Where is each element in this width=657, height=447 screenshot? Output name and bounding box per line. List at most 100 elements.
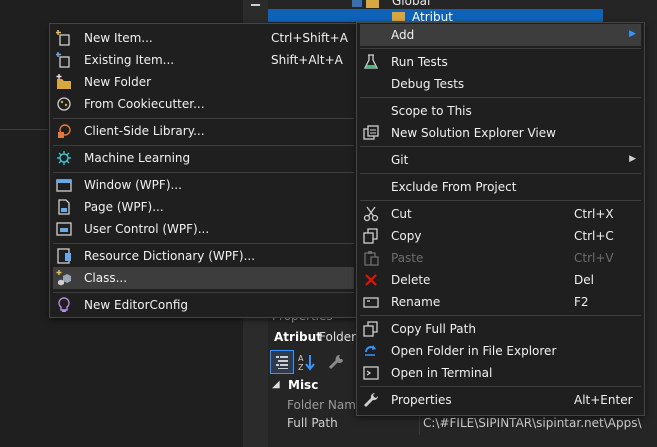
menu-item-label: Existing Item... <box>84 53 175 67</box>
menu-item-open-in-terminal[interactable]: Open in Terminal <box>360 362 641 384</box>
menu-item-label: New Solution Explorer View <box>391 126 556 140</box>
menu-item-new-solution-explorer-view[interactable]: New Solution Explorer View <box>360 122 641 144</box>
menu-separator <box>360 48 641 49</box>
machine-learning-icon <box>57 151 71 165</box>
menu-item-label: Properties <box>391 393 452 407</box>
menu-item-window-wpf[interactable]: Window (WPF)... <box>53 174 354 196</box>
menu-item-label: Delete <box>391 273 431 287</box>
menu-separator <box>53 172 354 173</box>
menu-item-client-side-library[interactable]: Client-Side Library... <box>53 120 354 142</box>
menu-item-shortcut: Ctrl+C <box>574 229 614 243</box>
wrench-icon <box>364 392 379 407</box>
rename-icon <box>363 297 379 308</box>
menu-item-label: Debug Tests <box>391 77 465 91</box>
menu-item-label: Page (WPF)... <box>84 200 164 214</box>
properties-category: Misc <box>288 378 319 392</box>
property-pages-button[interactable] <box>324 350 348 374</box>
menu-item-copy-full-path[interactable]: Copy Full Path <box>360 318 641 340</box>
menu-separator <box>360 173 641 174</box>
tree-node-global[interactable] <box>268 0 603 9</box>
user-control-icon <box>56 222 72 236</box>
menu-item-shortcut: Ctrl+V <box>574 251 614 265</box>
properties-toolbar: A Z <box>270 350 356 374</box>
menu-item-label: Copy <box>391 229 422 243</box>
menu-item-machine-learning[interactable]: Machine Learning <box>53 147 354 169</box>
property-name: Folder Name <box>287 398 364 412</box>
menu-item-scope-to-this[interactable]: Scope to This <box>360 100 641 122</box>
existing-item-icon <box>56 52 70 68</box>
menu-item-label: Scope to This <box>391 104 472 118</box>
menu-item-shortcut: Ctrl+Shift+A <box>271 31 348 45</box>
property-name: Full Path <box>287 416 338 430</box>
menu-item-new-folder[interactable]: New Folder <box>53 71 354 93</box>
copy-icon <box>363 228 378 244</box>
menu-separator <box>360 146 641 147</box>
menu-item-from-cookiecutter[interactable]: From Cookiecutter... <box>53 93 354 115</box>
menu-item-class[interactable]: Class... <box>53 267 354 289</box>
properties-target-kind: Folder <box>319 330 357 344</box>
folder-icon <box>392 12 405 21</box>
menu-item-label: User Control (WPF)... <box>84 222 210 236</box>
add-submenu: New Item... Ctrl+Shift+A Existing Item..… <box>49 23 358 318</box>
menu-item-new-editorconfig[interactable]: New EditorConfig <box>53 294 354 316</box>
menu-item-label: New Folder <box>84 75 152 89</box>
menu-separator <box>53 145 354 146</box>
menu-item-resource-dictionary[interactable]: Resource Dictionary (WPF)... <box>53 245 354 267</box>
paste-icon <box>364 251 379 266</box>
menu-separator <box>360 200 641 201</box>
menu-item-git[interactable]: Git ▶ <box>360 149 641 171</box>
menu-item-open-folder-in-file-explorer[interactable]: Open Folder in File Explorer <box>360 340 641 362</box>
menu-item-copy[interactable]: Copy Ctrl+C <box>360 225 641 247</box>
menu-item-rename[interactable]: Rename F2 <box>360 291 641 313</box>
run-tests-icon <box>363 54 379 69</box>
new-folder-icon <box>56 74 71 89</box>
menu-item-label: Copy Full Path <box>391 322 476 336</box>
scrollbar-thumb[interactable] <box>251 4 260 6</box>
svg-text:Z: Z <box>298 363 304 372</box>
menu-item-add[interactable]: Add ▶ <box>360 24 641 46</box>
menu-item-label: Cut <box>391 207 412 221</box>
sort-alpha-icon: A Z <box>298 354 315 372</box>
menu-item-new-item[interactable]: New Item... Ctrl+Shift+A <box>53 27 354 49</box>
menu-item-shortcut: Alt+Enter <box>574 393 633 407</box>
menu-item-debug-tests[interactable]: Debug Tests <box>360 73 641 95</box>
menu-item-properties[interactable]: Properties Alt+Enter <box>360 389 641 411</box>
menu-item-paste[interactable]: Paste Ctrl+V <box>360 247 641 269</box>
menu-item-existing-item[interactable]: Existing Item... Shift+Alt+A <box>53 49 354 71</box>
menu-item-label: New EditorConfig <box>84 298 189 312</box>
properties-target-name: Atribut <box>274 330 322 344</box>
submenu-arrow-icon: ▶ <box>629 154 636 164</box>
alphabetical-view-button[interactable]: A Z <box>294 350 318 374</box>
categorized-view-button[interactable] <box>270 350 294 374</box>
property-value[interactable]: C:\#FILE\SIPINTAR\sipintar.net\Apps\ <box>423 416 642 430</box>
terminal-icon <box>363 366 379 380</box>
menu-item-label: Run Tests <box>391 55 448 69</box>
editor-divider <box>0 129 48 130</box>
editorconfig-icon <box>58 297 70 312</box>
collapse-icon[interactable]: ◢ <box>272 379 280 390</box>
client-library-icon <box>58 124 71 138</box>
menu-item-cut[interactable]: Cut Ctrl+X <box>360 203 641 225</box>
menu-item-page-wpf[interactable]: Page (WPF)... <box>53 196 354 218</box>
menu-item-shortcut: Shift+Alt+A <box>271 53 343 67</box>
open-folder-icon <box>365 345 376 356</box>
menu-item-label: Paste <box>391 251 424 265</box>
menu-separator <box>360 386 641 387</box>
menu-item-run-tests[interactable]: Run Tests <box>360 51 641 73</box>
copy-path-icon <box>363 321 378 337</box>
menu-separator <box>360 97 641 98</box>
menu-item-label: Class... <box>84 271 128 285</box>
menu-item-label: Git <box>391 153 409 167</box>
folder-icon <box>366 0 379 8</box>
menu-separator <box>360 315 641 316</box>
menu-item-label: New Item... <box>84 31 153 45</box>
menu-separator <box>53 292 354 293</box>
submenu-arrow-icon: ▶ <box>629 29 636 39</box>
menu-item-exclude-from-project[interactable]: Exclude From Project <box>360 176 641 198</box>
context-menu: Add ▶ Run Tests Debug Tests Scope to Thi… <box>356 22 645 416</box>
wrench-icon <box>328 354 343 370</box>
menu-item-user-control-wpf[interactable]: User Control (WPF)... <box>53 218 354 240</box>
tree-node-global-label: Global <box>392 0 431 8</box>
menu-item-label: Exclude From Project <box>391 180 517 194</box>
menu-item-delete[interactable]: Delete Del <box>360 269 641 291</box>
